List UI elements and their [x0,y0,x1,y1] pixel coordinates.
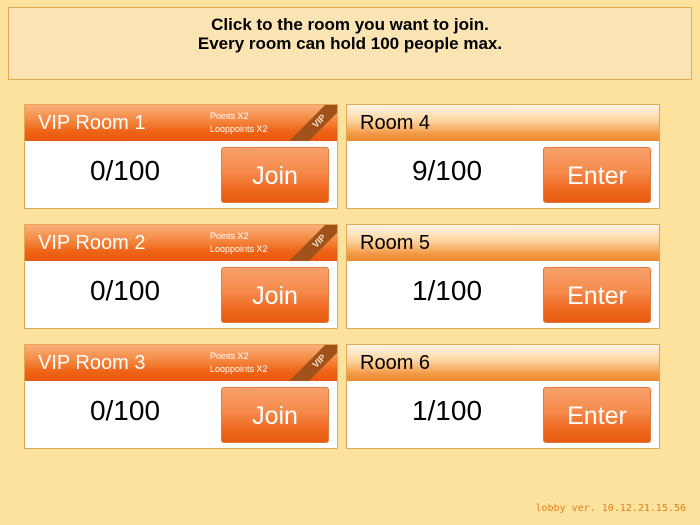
perk-looppoints: Looppoints X2 [210,124,268,134]
perk-points: Points X2 [210,231,249,241]
room-header: VIP Room 3 Points X2 Looppoints X2 VIP [25,345,337,381]
room-occupancy: 0/100 [89,395,161,426]
room-header: Room 5 [347,225,659,261]
perk-points: Points X2 [210,111,249,121]
room-header: Room 6 [347,345,659,381]
enter-button[interactable]: Enter [543,387,651,443]
join-button[interactable]: Join [221,147,329,203]
room-title: VIP Room 1 [38,112,146,134]
room-title: Room 4 [360,112,431,134]
room-occupancy: 1/100 [411,395,483,426]
join-button[interactable]: Join [221,267,329,323]
perk-points: Points X2 [210,351,249,361]
enter-button[interactable]: Enter [543,147,651,203]
room-card-6: Room 6 1/100 Enter [346,344,660,449]
room-card-vip-2: VIP Room 2 Points X2 Looppoints X2 VIP 0… [24,224,338,329]
room-card-vip-3: VIP Room 3 Points X2 Looppoints X2 VIP 0… [24,344,338,449]
enter-button[interactable]: Enter [543,267,651,323]
vip-ribbon: VIP [285,225,337,261]
room-header: VIP Room 1 Points X2 Looppoints X2 VIP [25,105,337,141]
room-perks: Points X2 Looppoints X2 [210,350,268,376]
room-occupancy: 0/100 [89,275,161,306]
room-title: VIP Room 3 [38,352,146,374]
room-card-vip-1: VIP Room 1 Points X2 Looppoints X2 VIP 0… [24,104,338,209]
room-perks: Points X2 Looppoints X2 [210,110,268,136]
room-header: Room 4 [347,105,659,141]
instruction-line-1: Click to the room you want to join. [211,15,489,34]
instructions-banner: Click to the room you want to join. Ever… [8,7,692,80]
room-occupancy: 0/100 [89,155,161,186]
vip-ribbon: VIP [285,345,337,381]
room-occupancy: 1/100 [411,275,483,306]
join-button[interactable]: Join [221,387,329,443]
perk-looppoints: Looppoints X2 [210,364,268,374]
room-card-4: Room 4 9/100 Enter [346,104,660,209]
room-title: VIP Room 2 [38,232,146,254]
perk-looppoints: Looppoints X2 [210,244,268,254]
room-card-5: Room 5 1/100 Enter [346,224,660,329]
vip-ribbon: VIP [285,105,337,141]
room-header: VIP Room 2 Points X2 Looppoints X2 VIP [25,225,337,261]
room-title: Room 5 [360,232,431,254]
version-label: lobby ver. 10.12.21.15.56 [535,503,686,514]
room-occupancy: 9/100 [411,155,483,186]
room-title: Room 6 [360,352,431,374]
instruction-line-2: Every room can hold 100 people max. [197,34,503,53]
room-perks: Points X2 Looppoints X2 [210,230,268,256]
